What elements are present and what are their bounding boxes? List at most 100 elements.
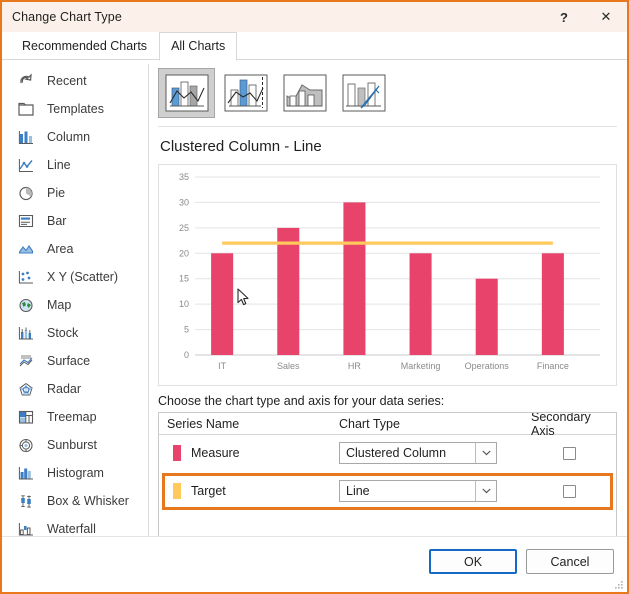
sidebar-item-area[interactable]: Area xyxy=(2,235,148,263)
sidebar-item-label: Recent xyxy=(47,74,87,88)
dialog-footer: OK Cancel xyxy=(2,536,627,592)
sidebar-item-sunburst[interactable]: Sunburst xyxy=(2,431,148,459)
sidebar-item-label: Box & Whisker xyxy=(47,494,129,508)
column-header-series-name: Series Name xyxy=(167,416,240,431)
svg-text:25: 25 xyxy=(179,223,189,233)
series-color-swatch xyxy=(173,483,181,499)
sidebar-item-label: Waterfall xyxy=(47,522,96,536)
svg-text:Operations: Operations xyxy=(465,361,510,371)
chart-type-dropdown-target[interactable]: Line xyxy=(339,480,497,502)
sidebar-item-radar[interactable]: Radar xyxy=(2,375,148,403)
stock-chart-icon xyxy=(16,324,36,342)
svg-text:HR: HR xyxy=(348,361,362,371)
series-row-target[interactable]: Target Line xyxy=(159,473,616,510)
map-chart-icon xyxy=(16,296,36,314)
series-row-measure[interactable]: Measure Clustered Column xyxy=(159,435,616,471)
radar-chart-icon xyxy=(16,380,36,398)
series-name-label: Measure xyxy=(191,446,240,460)
sidebar-item-label: Histogram xyxy=(47,466,104,480)
thumbnail-stacked-area-clustered-column[interactable] xyxy=(276,68,333,118)
help-icon[interactable]: ? xyxy=(543,2,585,32)
column-header-chart-type: Chart Type xyxy=(339,416,400,431)
chart-type-value: Line xyxy=(346,484,370,498)
sidebar-item-label: Stock xyxy=(47,326,79,340)
sidebar-item-stock[interactable]: Stock xyxy=(2,319,148,347)
svg-text:Finance: Finance xyxy=(537,361,569,371)
close-icon[interactable]: ✕ xyxy=(585,2,627,32)
sidebar-item-templates[interactable]: Templates xyxy=(2,95,148,123)
sidebar-item-label: Pie xyxy=(47,186,66,200)
scatter-chart-icon xyxy=(16,268,36,286)
area-chart-icon xyxy=(16,240,36,258)
sidebar-item-map[interactable]: Map xyxy=(2,291,148,319)
sidebar-item-label: Sunburst xyxy=(47,438,98,452)
thumbnail-clustered-column-line-secondary-axis[interactable] xyxy=(217,68,274,118)
chart-category-sidebar[interactable]: Recent Templates Column Line Pie Bar Are… xyxy=(2,60,148,566)
chevron-down-icon[interactable] xyxy=(475,443,496,463)
thumbnail-custom-combination[interactable] xyxy=(335,68,392,118)
tab-strip: Recommended Charts All Charts xyxy=(2,32,627,61)
svg-text:10: 10 xyxy=(179,299,189,309)
sidebar-item-label: Templates xyxy=(47,102,104,116)
sidebar-item-label: Surface xyxy=(47,354,91,368)
sidebar-item-recent[interactable]: Recent xyxy=(2,67,148,95)
sidebar-item-column[interactable]: Column xyxy=(2,123,148,151)
svg-text:Sales: Sales xyxy=(277,361,300,371)
svg-text:35: 35 xyxy=(179,172,189,182)
surface-chart-icon xyxy=(16,352,36,370)
sidebar-item-pie[interactable]: Pie xyxy=(2,179,148,207)
title-bar: Change Chart Type ? ✕ xyxy=(2,2,627,32)
series-table: Series Name Chart Type Secondary Axis Me… xyxy=(158,412,617,541)
bar-chart-icon xyxy=(16,212,36,230)
chevron-down-icon[interactable] xyxy=(475,481,496,501)
ok-button[interactable]: OK xyxy=(429,549,517,574)
chart-type-dropdown-measure[interactable]: Clustered Column xyxy=(339,442,497,464)
svg-text:0: 0 xyxy=(184,350,189,360)
secondary-axis-checkbox-measure[interactable] xyxy=(563,446,576,460)
svg-text:5: 5 xyxy=(184,325,189,335)
mouse-cursor-icon xyxy=(237,288,250,307)
svg-text:Marketing: Marketing xyxy=(401,361,441,371)
sidebar-item-label: Radar xyxy=(47,382,82,396)
svg-text:IT: IT xyxy=(218,361,227,371)
histogram-chart-icon xyxy=(16,464,36,482)
sidebar-item-box-whisker[interactable]: Box & Whisker xyxy=(2,487,148,515)
combo-variant-thumbnails xyxy=(158,68,617,127)
secondary-axis-checkbox-target[interactable] xyxy=(563,484,576,498)
sidebar-item-label: X Y (Scatter) xyxy=(47,270,119,284)
sidebar-item-label: Area xyxy=(47,242,74,256)
cancel-button[interactable]: Cancel xyxy=(526,549,614,574)
pie-chart-icon xyxy=(16,184,36,202)
svg-text:15: 15 xyxy=(179,274,189,284)
title-bar-buttons: ? ✕ xyxy=(543,2,627,32)
box-whisker-chart-icon xyxy=(16,492,36,510)
sidebar-item-label: Bar xyxy=(47,214,67,228)
series-table-header: Series Name Chart Type Secondary Axis xyxy=(159,412,616,438)
sidebar-item-histogram[interactable]: Histogram xyxy=(2,459,148,487)
sidebar-item-line[interactable]: Line xyxy=(2,151,148,179)
tab-recommended-charts[interactable]: Recommended Charts xyxy=(10,32,159,61)
column-header-secondary-axis: Secondary Axis xyxy=(531,412,591,438)
chart-preview-panel: Clustered Column - Line 35 30 25 20 15 1… xyxy=(149,60,627,566)
svg-text:20: 20 xyxy=(179,248,189,258)
resize-grip-icon[interactable] xyxy=(613,579,624,590)
sidebar-item-surface[interactable]: Surface xyxy=(2,347,148,375)
sidebar-item-label: Treemap xyxy=(47,410,97,424)
column-chart-icon xyxy=(16,128,36,146)
dialog-body: Recent Templates Column Line Pie Bar Are… xyxy=(2,60,627,566)
tab-all-charts[interactable]: All Charts xyxy=(159,32,238,61)
sidebar-item-scatter[interactable]: X Y (Scatter) xyxy=(2,263,148,291)
series-instruction-label: Choose the chart type and axis for your … xyxy=(158,394,445,408)
chart-preview: 35 30 25 20 15 10 5 0 IT Sales HR Market… xyxy=(158,164,617,386)
preview-chart-svg: 35 30 25 20 15 10 5 0 IT Sales HR Market… xyxy=(179,172,600,371)
series-color-swatch xyxy=(173,445,181,461)
thumbnail-clustered-column-line[interactable] xyxy=(158,68,215,118)
sidebar-item-label: Map xyxy=(47,298,72,312)
chart-type-value: Clustered Column xyxy=(346,446,447,460)
sidebar-item-bar[interactable]: Bar xyxy=(2,207,148,235)
sidebar-item-label: Column xyxy=(47,130,91,144)
change-chart-type-dialog: Change Chart Type ? ✕ Recommended Charts… xyxy=(0,0,629,594)
sidebar-item-treemap[interactable]: Treemap xyxy=(2,403,148,431)
svg-text:30: 30 xyxy=(179,197,189,207)
series-name-label: Target xyxy=(191,484,226,498)
